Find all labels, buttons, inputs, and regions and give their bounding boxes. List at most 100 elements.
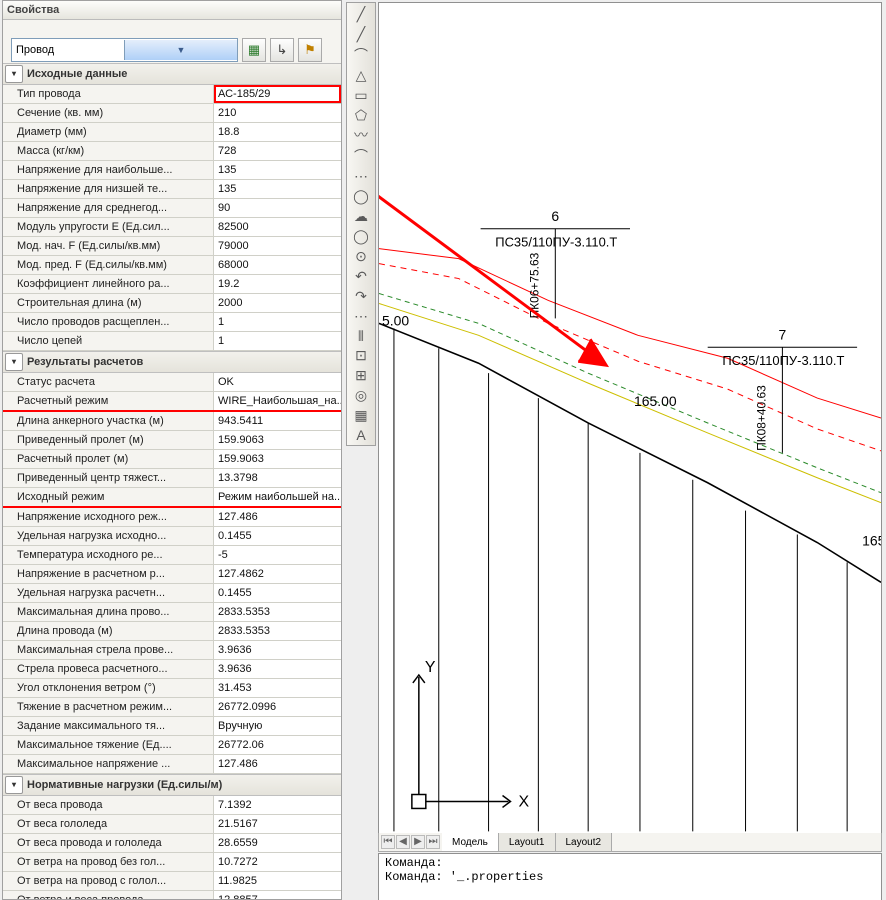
draw-tool-6[interactable]: 〰 [350,125,372,145]
property-value[interactable]: -5 [214,546,341,564]
draw-tool-4[interactable]: ▭ [350,86,372,105]
property-value[interactable]: 82500 [214,218,341,236]
property-row[interactable]: Приведенный пролет (м)159.9063 [3,431,341,450]
toggle-value-button[interactable]: ⚑ [298,38,322,62]
property-row[interactable]: Число цепей1 [3,332,341,351]
property-row[interactable]: Напряжение для низшей те...135 [3,180,341,199]
property-row[interactable]: От веса провода и гололеда28.6559 [3,834,341,853]
chevron-down-icon[interactable]: ▼ [124,40,237,60]
tab-layout2[interactable]: Layout2 [556,833,613,851]
property-row[interactable]: Максимальное тяжение (Ед....26772.06 [3,736,341,755]
property-row[interactable]: Стрела провеса расчетного...3.9636 [3,660,341,679]
property-row[interactable]: От веса гололеда21.5167 [3,815,341,834]
property-row[interactable]: Длина провода (м)2833.5353 [3,622,341,641]
property-value[interactable]: 90 [214,199,341,217]
property-row[interactable]: Удельная нагрузка расчетн...0.1455 [3,584,341,603]
draw-tool-0[interactable]: ╱ [350,5,372,24]
property-row[interactable]: Приведенный центр тяжест...13.3798 [3,469,341,488]
property-row[interactable]: Тяжение в расчетном режим...26772.0996 [3,698,341,717]
property-row[interactable]: Расчетный пролет (м)159.9063 [3,450,341,469]
property-value[interactable]: 26772.0996 [214,698,341,716]
property-value[interactable]: 79000 [214,237,341,255]
properties-grid[interactable]: ▾Исходные данныеТип проводаАС-185/29Сече… [3,63,341,899]
property-row[interactable]: Диаметр (мм)18.8 [3,123,341,142]
toggle-pim-button[interactable]: ▦ [242,38,266,62]
property-row[interactable]: Модуль упругости E (Ед.сил...82500 [3,218,341,237]
draw-tool-21[interactable]: A [350,426,372,445]
property-value[interactable]: 127.486 [214,755,341,773]
property-value[interactable]: WIRE_Наибольшая_на... [214,392,341,410]
property-value[interactable]: 159.9063 [214,450,341,468]
property-row[interactable]: Напряжение для наибольше...135 [3,161,341,180]
section-header[interactable]: ▾Нормативные нагрузки (Ед.силы/м) [3,774,341,796]
property-value[interactable]: 210 [214,104,341,122]
property-row[interactable]: Напряжение исходного реж...127.486 [3,508,341,527]
property-row[interactable]: Строительная длина (м)2000 [3,294,341,313]
property-row[interactable]: Напряжение в расчетном р...127.4862 [3,565,341,584]
draw-tool-7[interactable]: ⌒ [350,146,372,166]
property-value[interactable]: 135 [214,161,341,179]
property-value[interactable]: 2833.5353 [214,603,341,621]
property-value[interactable]: 127.4862 [214,565,341,583]
property-value[interactable]: 11.9825 [214,872,341,890]
draw-tool-20[interactable]: ▦ [350,406,372,425]
property-value[interactable]: АС-185/29 [214,85,341,103]
property-value[interactable]: 28.6559 [214,834,341,852]
property-row[interactable]: Масса (кг/км)728 [3,142,341,161]
drawing-canvas[interactable]: 6 ПС35/110ПУ-3.110.Т ПК06+75.63 7 ПС35/1… [378,2,882,834]
command-line[interactable]: Команда: Команда: '_.properties [378,853,882,900]
property-value[interactable]: 0.1455 [214,584,341,602]
draw-tool-8[interactable]: ⋯ [350,167,372,186]
property-row[interactable]: Задание максимального тя...Вручную [3,717,341,736]
property-row[interactable]: От веса провода7.1392 [3,796,341,815]
property-value[interactable]: Вручную [214,717,341,735]
section-header[interactable]: ▾Результаты расчетов [3,351,341,373]
tab-layout1[interactable]: Layout1 [499,833,556,851]
property-value[interactable]: 728 [214,142,341,160]
property-value[interactable]: 943.5411 [214,412,341,430]
property-row[interactable]: Статус расчетаOK [3,373,341,392]
property-row[interactable]: Исходный режимРежим наибольшей на... [3,488,341,508]
property-row[interactable]: Расчетный режимWIRE_Наибольшая_на... [3,392,341,412]
property-value[interactable]: 135 [214,180,341,198]
property-row[interactable]: От ветра на провод без гол...10.7272 [3,853,341,872]
section-header[interactable]: ▾Исходные данные [3,63,341,85]
draw-tool-16[interactable]: ⫴ [350,327,372,346]
property-value[interactable]: 31.453 [214,679,341,697]
draw-tool-11[interactable]: ◯ [350,227,372,246]
property-row[interactable]: Максимальное напряжение ...127.486 [3,755,341,774]
draw-tool-18[interactable]: ⊞ [350,366,372,385]
property-row[interactable]: Мод. нач. F (Ед.силы/кв.мм)79000 [3,237,341,256]
property-row[interactable]: От ветра на провод с голол...11.9825 [3,872,341,891]
property-value[interactable]: 19.2 [214,275,341,293]
property-value[interactable]: 3.9636 [214,660,341,678]
object-type-dropdown[interactable]: Провод ▼ [11,38,238,62]
property-value[interactable]: 7.1392 [214,796,341,814]
draw-tool-14[interactable]: ↷ [350,287,372,306]
property-row[interactable]: Мод. пред. F (Ед.силы/кв.мм)68000 [3,256,341,275]
draw-tool-9[interactable]: ◯ [350,187,372,206]
property-value[interactable]: 0.1455 [214,527,341,545]
property-value[interactable]: 2833.5353 [214,622,341,640]
property-row[interactable]: Максимальная стрела прове...3.9636 [3,641,341,660]
property-value[interactable]: 21.5167 [214,815,341,833]
draw-tool-3[interactable]: △ [350,66,372,85]
draw-tool-17[interactable]: ⊡ [350,346,372,365]
draw-tool-12[interactable]: ⊙ [350,247,372,266]
property-value[interactable]: 159.9063 [214,431,341,449]
property-row[interactable]: Длина анкерного участка (м)943.5411 [3,412,341,431]
property-row[interactable]: Максимальная длина прово...2833.5353 [3,603,341,622]
property-value[interactable]: 68000 [214,256,341,274]
property-value[interactable]: 127.486 [214,508,341,526]
property-value[interactable]: 18.8 [214,123,341,141]
draw-tool-1[interactable]: ╱ [350,25,372,44]
draw-tool-19[interactable]: ◎ [350,386,372,405]
draw-tool-13[interactable]: ↶ [350,267,372,286]
property-value[interactable]: 3.9636 [214,641,341,659]
tab-model[interactable]: Модель [442,833,499,851]
draw-tool-15[interactable]: ⋯ [350,307,372,326]
property-value[interactable]: 1 [214,332,341,350]
property-row[interactable]: Число проводов расщеплен...1 [3,313,341,332]
property-value[interactable]: 13.3798 [214,469,341,487]
property-row[interactable]: Угол отклонения ветром (°)31.453 [3,679,341,698]
